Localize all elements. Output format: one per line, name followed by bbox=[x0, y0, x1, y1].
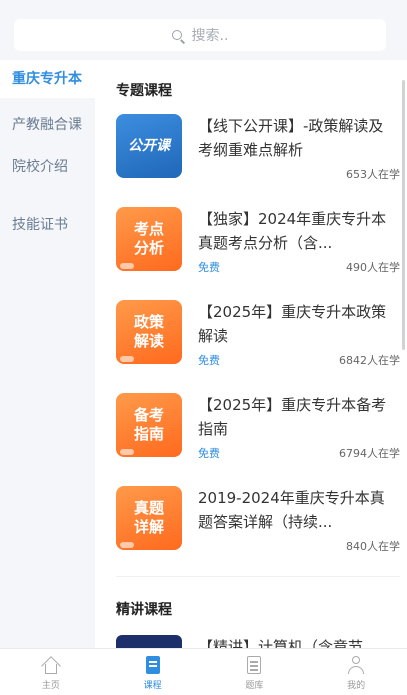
search-input[interactable]: 搜索.. bbox=[14, 19, 386, 51]
tab-profile[interactable]: 我的 bbox=[305, 649, 407, 695]
course-card[interactable]: 真题 详解 2019-2024年重庆专升本真题答案详解（持续... 840人在学 bbox=[116, 486, 400, 556]
tab-label: 主页 bbox=[41, 681, 60, 691]
tab-label: 我的 bbox=[347, 681, 366, 691]
bottom-tab-bar: 主页 课程 题库 我的 bbox=[0, 648, 407, 695]
search-icon bbox=[171, 30, 186, 44]
course-icon bbox=[144, 655, 162, 675]
search-placeholder: 搜索.. bbox=[191, 28, 229, 44]
book-icon bbox=[120, 356, 134, 362]
thumbnail-label: 真题 详解 bbox=[133, 499, 164, 536]
scrollbar[interactable] bbox=[402, 80, 405, 350]
sidebar-item-school-intro[interactable]: 院校介绍 bbox=[0, 148, 95, 186]
tab-home[interactable]: 主页 bbox=[0, 649, 102, 695]
course-title: 【线下公开课】-政策解读及考纲重难点解析 bbox=[198, 117, 384, 159]
course-title: 【2025年】重庆专升本政策解读 bbox=[198, 303, 387, 345]
question-bank-icon bbox=[245, 655, 263, 675]
tab-label: 课程 bbox=[143, 681, 162, 691]
free-badge: 免费 bbox=[198, 354, 220, 367]
profile-icon bbox=[347, 655, 365, 675]
thumbnail-label: 政策 解读 bbox=[133, 313, 164, 350]
course-title: 【2025年】重庆专升本备考指南 bbox=[198, 396, 387, 438]
course-thumbnail: 备考 指南 bbox=[116, 393, 182, 457]
book-icon bbox=[120, 449, 134, 455]
section-title-special: 专题课程 bbox=[116, 83, 172, 99]
thumbnail-label: 考点 分析 bbox=[133, 220, 164, 257]
course-card[interactable]: 备考 指南 【2025年】重庆专升本备考指南 免费 6794人在学 bbox=[116, 393, 400, 463]
course-thumbnail bbox=[116, 635, 182, 648]
tab-question-bank[interactable]: 题库 bbox=[204, 649, 306, 695]
course-card[interactable]: 考点 分析 【独家】2024年重庆专升本真题考点分析（含... 免费 490人在… bbox=[116, 207, 400, 277]
tab-label: 题库 bbox=[245, 681, 264, 691]
section-title-featured: 精讲课程 bbox=[116, 602, 172, 618]
course-title: 【独家】2024年重庆专升本真题考点分析（含... bbox=[198, 210, 387, 252]
course-title: 【精讲】计算机（含章节 bbox=[198, 638, 364, 648]
sidebar-item-chongqing-upgrade[interactable]: 重庆专升本 bbox=[0, 60, 95, 98]
thumbnail-label: 公开课 bbox=[128, 137, 170, 154]
learner-count: 840人在学 bbox=[346, 540, 400, 553]
free-badge: 免费 bbox=[198, 261, 220, 274]
thumbnail-label: 备考 指南 bbox=[133, 406, 164, 443]
tab-course[interactable]: 课程 bbox=[102, 649, 204, 695]
course-title: 2019-2024年重庆专升本真题答案详解（持续... bbox=[198, 489, 385, 531]
course-thumbnail: 真题 详解 bbox=[116, 486, 182, 550]
category-sidebar: 重庆专升本 产教融合课 院校介绍 技能证书 bbox=[0, 60, 95, 648]
learner-count: 6794人在学 bbox=[339, 447, 400, 460]
course-card[interactable]: 公开课 【线下公开课】-政策解读及考纲重难点解析 653人在学 bbox=[116, 114, 400, 184]
course-card[interactable]: 【精讲】计算机（含章节 bbox=[116, 635, 400, 648]
search-bar-container: 搜索.. bbox=[0, 0, 407, 60]
book-icon bbox=[120, 542, 134, 548]
course-card[interactable]: 政策 解读 【2025年】重庆专升本政策解读 免费 6842人在学 bbox=[116, 300, 400, 370]
learner-count: 6842人在学 bbox=[339, 354, 400, 367]
course-thumbnail: 政策 解读 bbox=[116, 300, 182, 364]
learner-count: 490人在学 bbox=[346, 261, 400, 274]
free-badge: 免费 bbox=[198, 447, 220, 460]
book-icon bbox=[120, 263, 134, 269]
course-list-panel: 专题课程 公开课 【线下公开课】-政策解读及考纲重难点解析 653人在学 考点 … bbox=[95, 60, 407, 648]
course-thumbnail: 公开课 bbox=[116, 114, 182, 178]
sidebar-item-industry-education[interactable]: 产教融合课 bbox=[0, 106, 95, 144]
section-divider bbox=[116, 576, 400, 577]
home-icon bbox=[40, 655, 61, 676]
learner-count: 653人在学 bbox=[346, 168, 400, 181]
course-thumbnail: 考点 分析 bbox=[116, 207, 182, 271]
sidebar-item-skill-certificate[interactable]: 技能证书 bbox=[0, 206, 95, 244]
